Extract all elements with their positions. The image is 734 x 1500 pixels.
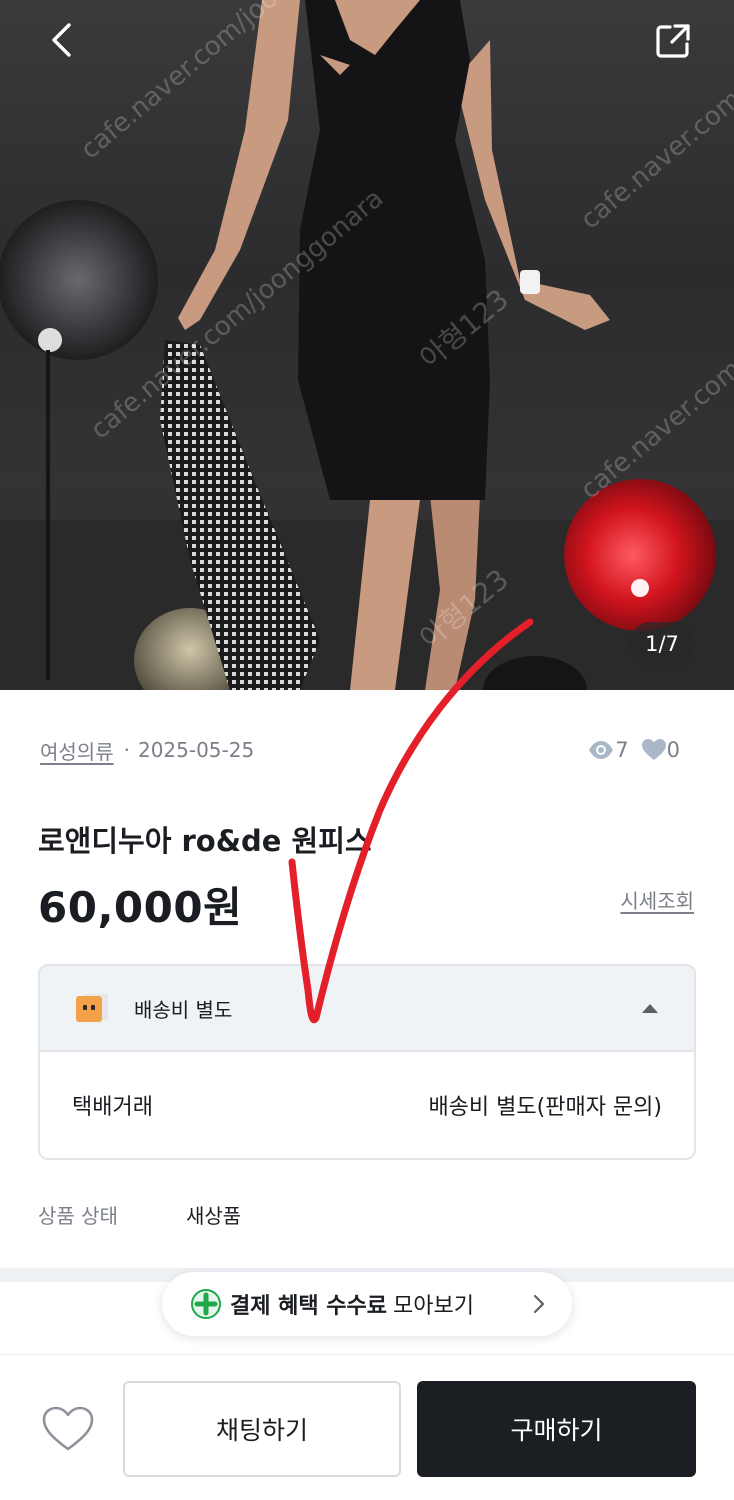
meta-separator: · (123, 738, 130, 762)
svg-text:cafe.naver.com/joonggonara: cafe.naver.com/joonggonara (575, 243, 734, 505)
shipping-fee: 배송비 별도(판매자 문의) (428, 1095, 662, 1120)
heart-outline-icon (42, 1406, 94, 1451)
market-price-link[interactable]: 시세조회 (620, 885, 694, 914)
box-icon (76, 994, 108, 1022)
chevron-left-icon (52, 23, 71, 57)
product-price: 60,000원 (38, 883, 243, 932)
back-button[interactable] (34, 14, 90, 66)
favorite-button[interactable] (38, 1401, 98, 1457)
share-icon (656, 24, 690, 58)
payment-benefit-banner[interactable]: 결제 혜택 수수료 모아보기 (162, 1272, 572, 1336)
share-button[interactable] (644, 14, 702, 68)
chevron-right-icon (533, 1294, 545, 1314)
condition-value: 새상품 (186, 1204, 242, 1228)
posted-date: 2025-05-25 (137, 738, 255, 762)
heart-icon (641, 739, 666, 760)
like-count: 0 (641, 738, 680, 762)
product-title: 로앤디누아 ro&de 원피스 (38, 824, 372, 858)
promo-text: 모아보기 (393, 1294, 474, 1319)
image-counter-badge: 1/7 (629, 622, 695, 666)
buy-button[interactable]: 구매하기 (417, 1381, 696, 1477)
promo-bold-text: 결제 혜택 수수료 (230, 1294, 387, 1319)
eye-icon (589, 741, 614, 759)
shipping-card: 배송비 별도 택배거래 배송비 별도(판매자 문의) (38, 964, 696, 1160)
caret-up-icon (642, 1004, 658, 1013)
bottom-action-bar: 채팅하기 구매하기 (0, 1354, 734, 1500)
shipping-detail-row: 택배거래 배송비 별도(판매자 문의) (40, 1052, 694, 1158)
condition-label: 상품 상태 (38, 1204, 118, 1228)
plus-badge-icon (191, 1289, 221, 1319)
shipping-card-header[interactable]: 배송비 별도 (40, 966, 694, 1052)
category-link[interactable]: 여성의류 (40, 736, 114, 765)
shipping-header-label: 배송비 별도 (134, 997, 233, 1022)
condition-row: 상품 상태 새상품 (38, 1200, 241, 1229)
chat-button[interactable]: 채팅하기 (123, 1381, 401, 1477)
shipping-method: 택배거래 (72, 1095, 153, 1120)
view-count: 7 (587, 738, 629, 762)
stats-row: 7 0 (587, 734, 680, 766)
view-count-value: 7 (615, 738, 629, 762)
product-photo: cafe.naver.com/joonggonara cafe.naver.co… (0, 0, 734, 690)
like-count-value: 0 (666, 738, 680, 762)
meta-row: 여성의류 · 2025-05-25 (40, 734, 254, 766)
product-image[interactable]: cafe.naver.com/joonggonara cafe.naver.co… (0, 0, 734, 690)
